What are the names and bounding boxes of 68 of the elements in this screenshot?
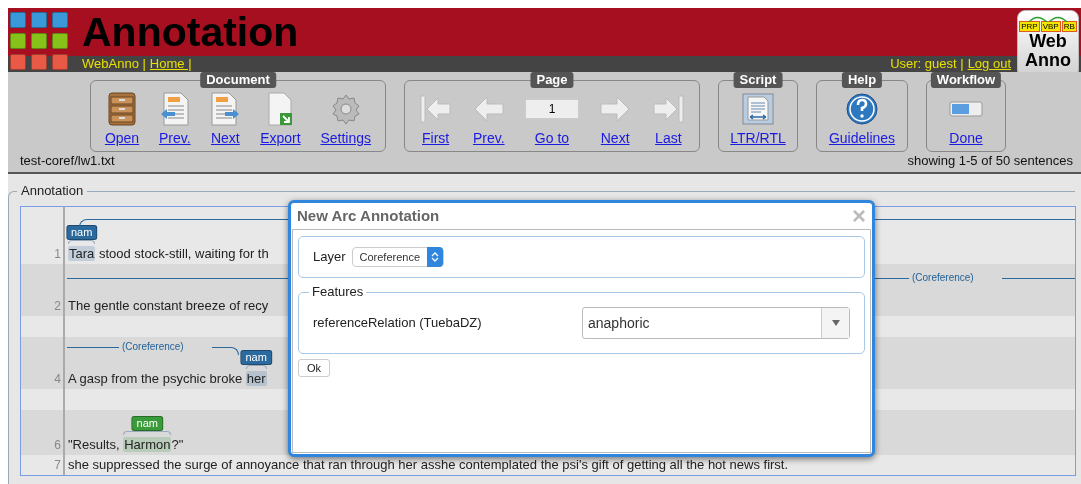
group-title: Workflow [930,72,1002,88]
line-number: 2 [54,298,61,314]
line-number: 4 [54,371,61,387]
group-title: Page [530,72,574,88]
logo-text: Anno [1025,51,1071,70]
span-label[interactable]: nam [131,416,163,431]
annotated-word[interactable]: her [245,371,267,386]
tag-label: RB [1061,21,1077,32]
toolbar-link[interactable]: Prev. [472,129,505,147]
toolbar-link[interactable]: Next [600,129,630,147]
group-title: Help [841,72,883,88]
dropdown-arrow-icon[interactable] [831,320,840,326]
sentence-text: The gentle constant breeze of recy [68,298,269,314]
annotated-word[interactable]: Harmon [123,437,172,452]
sentence-text: "Results, [68,437,121,453]
feature-label: referenceRelation (TuebaDZ) [313,314,482,333]
toolbar-link[interactable]: Prev. [158,129,191,147]
file-name: test-coref/lw1.txt [20,151,115,170]
logo-text: Web [1029,32,1067,51]
sentence-text: A gasp from the psychic broke [68,371,244,387]
dialog-title: New Arc Annotation [297,205,440,226]
ok-button[interactable]: Ok [298,359,331,377]
document-arrows-icon[interactable] [742,93,774,125]
toolbar-link[interactable]: Settings [320,129,372,147]
sentence-count: showing 1-5 of 50 sentences [907,151,1073,170]
app-title: Annotation [82,11,299,53]
home-link[interactable]: Home | [149,54,192,74]
progress-bar-icon[interactable] [949,101,983,117]
toolbar-link[interactable]: Guidelines [828,129,896,147]
logout-link[interactable]: Log out [967,54,1011,74]
toolbar-link[interactable]: Done [949,129,983,147]
toolbar-link[interactable]: First [422,129,450,147]
line-number: 6 [54,437,61,453]
layer-select[interactable]: Coreference [351,247,445,267]
toolbar-link[interactable]: Last [655,129,682,147]
span-label[interactable]: nam [240,350,272,365]
toolbar-link[interactable]: Export [260,129,301,147]
logo-grid-drawing [10,12,68,70]
layer-label: Layer [313,248,346,267]
arc-label: (Coreference) [911,272,975,284]
help-icon[interactable] [846,93,878,125]
sentence-text: ?" [171,437,184,453]
first-arrow-icon[interactable] [418,94,453,124]
tag-label: VBP [1040,21,1061,32]
document-right-arrow-icon[interactable] [210,92,241,126]
toolbar-link[interactable]: LTR/RTL [730,129,786,147]
last-arrow-icon[interactable] [651,94,686,124]
document-left-arrow-icon[interactable] [159,92,190,126]
user-text: User: guest | [890,55,964,74]
group-title: Script [733,72,783,88]
line-number: 1 [54,246,61,262]
group-title: Document [200,72,276,88]
stepper-icon [431,251,440,263]
feature-combobox[interactable]: anaphoric [582,307,850,339]
annotated-word[interactable]: Tara [68,246,96,261]
toolbar-link[interactable]: Open [104,129,140,147]
line-number: 7 [54,457,61,473]
span-label[interactable]: nam [65,225,98,240]
combobox-value: anaphoric [587,313,651,333]
sentence-text: she suppressed the surge of annoyance that ran through her asshe contemplated the psi's gift of getting all the hot news first. [68,457,789,473]
toolbar-link[interactable]: Go to [534,129,570,147]
brand-text: WebAnno | [82,55,146,74]
sentence-text: stood stock-still, waiting for th [97,246,269,262]
arc-label: (Coreference) [121,341,185,353]
page-field[interactable]: 1 [524,99,579,119]
tag-label: PRP [1019,21,1040,32]
toolbar-link[interactable]: Next [210,129,240,147]
cabinet-icon[interactable] [107,92,137,126]
